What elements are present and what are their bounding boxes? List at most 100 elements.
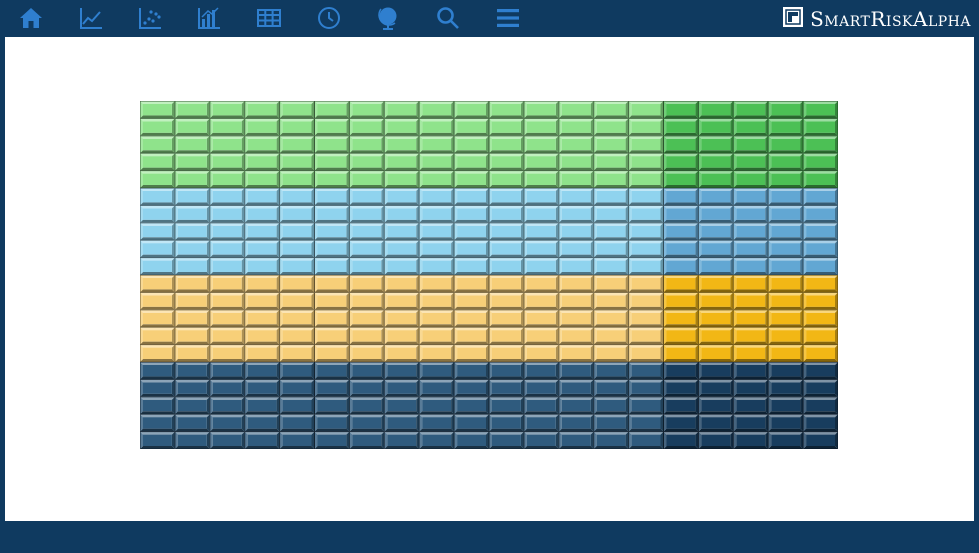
brick-face [561, 330, 591, 342]
brick-yellow [628, 275, 664, 293]
brick-green [140, 101, 175, 119]
brick-face [596, 399, 626, 412]
brick-yellow [663, 309, 699, 328]
brick-green [314, 153, 350, 171]
brick-face [631, 330, 661, 342]
brick-face [806, 365, 835, 377]
brick-face [317, 104, 347, 116]
brick-face [596, 243, 626, 255]
line-chart-icon[interactable] [73, 2, 109, 34]
brick-face [387, 173, 417, 185]
brick-face [317, 225, 347, 238]
brick-light-blue [628, 222, 664, 241]
brick-navy [628, 396, 664, 415]
brick-face [492, 382, 521, 394]
brick-light-blue [663, 240, 699, 258]
brick-face [526, 399, 556, 412]
globe-icon[interactable] [370, 2, 406, 34]
brick-face [736, 191, 766, 203]
brick-face [387, 312, 417, 325]
brick-face [666, 382, 696, 394]
brick-face [212, 191, 242, 203]
brick-light-blue [593, 222, 629, 241]
brick-face [771, 104, 801, 116]
brick-green [174, 118, 210, 136]
brick-face [317, 156, 347, 168]
brick-face [143, 434, 172, 446]
brick-green [663, 135, 699, 154]
brick-face [631, 225, 661, 238]
brick-face [457, 330, 486, 342]
brick-face [596, 417, 626, 429]
brick-face [736, 121, 766, 133]
brick-face [596, 208, 626, 220]
scatter-plot-icon[interactable] [132, 2, 168, 34]
brick-face [457, 399, 486, 412]
brick-face [666, 278, 696, 290]
brick-face [631, 243, 661, 255]
brick-face [177, 330, 207, 342]
brick-face [282, 434, 312, 446]
brick-light-blue [349, 257, 385, 276]
brick-navy [244, 379, 280, 397]
brick-navy [314, 379, 350, 397]
brick-light-blue [803, 188, 838, 206]
bar-chart-icon[interactable] [191, 2, 227, 34]
brick-light-blue [314, 222, 350, 241]
brick-face [387, 208, 417, 220]
brick-face [282, 312, 312, 325]
brick-face [387, 243, 417, 255]
brick-green [174, 135, 210, 154]
brick-yellow [419, 344, 455, 363]
brick-light-blue [174, 222, 210, 241]
brick-yellow [663, 292, 699, 310]
brick-face [631, 312, 661, 325]
brick-face [457, 208, 486, 220]
brick-navy [174, 379, 210, 397]
brick-face [212, 260, 242, 272]
brick-face [736, 434, 766, 446]
brick-face [317, 208, 347, 220]
brick-face [212, 399, 242, 412]
brick-light-blue [419, 222, 455, 241]
brick-light-blue [244, 222, 280, 241]
brick-green [768, 135, 804, 154]
clock-icon[interactable] [311, 2, 347, 34]
brick-face [596, 278, 626, 290]
brick-face [701, 365, 731, 377]
brick-green [628, 135, 664, 154]
brick-light-blue [140, 222, 175, 241]
brick-face [492, 365, 521, 377]
brick-face [771, 347, 801, 359]
brick-face [806, 434, 835, 446]
brick-yellow [384, 292, 420, 310]
brick-face [143, 365, 172, 377]
brick-face [771, 156, 801, 168]
brick-face [561, 243, 591, 255]
home-icon[interactable] [13, 2, 49, 34]
brick-face [666, 243, 696, 255]
brick-face [492, 104, 521, 116]
brick-yellow [419, 292, 455, 310]
brick-navy [314, 396, 350, 415]
brick-face [561, 382, 591, 394]
brick-light-blue [803, 240, 838, 258]
brick-face [806, 173, 835, 185]
brick-face [771, 382, 801, 394]
brick-yellow [244, 292, 280, 310]
brick-face [212, 208, 242, 220]
brick-yellow [558, 344, 594, 363]
brick-navy [663, 396, 699, 415]
brand[interactable]: SmartRiskAlpha [782, 5, 971, 33]
brick-face [143, 191, 172, 203]
brick-green [140, 153, 175, 171]
brick-green [244, 153, 280, 171]
brick-light-blue [663, 257, 699, 276]
search-icon[interactable] [430, 2, 466, 34]
brick-face [806, 243, 835, 255]
brick-face [352, 191, 382, 203]
brick-green [489, 101, 524, 119]
brick-face [143, 138, 172, 151]
table-icon[interactable] [251, 2, 287, 34]
menu-icon[interactable] [490, 2, 526, 34]
